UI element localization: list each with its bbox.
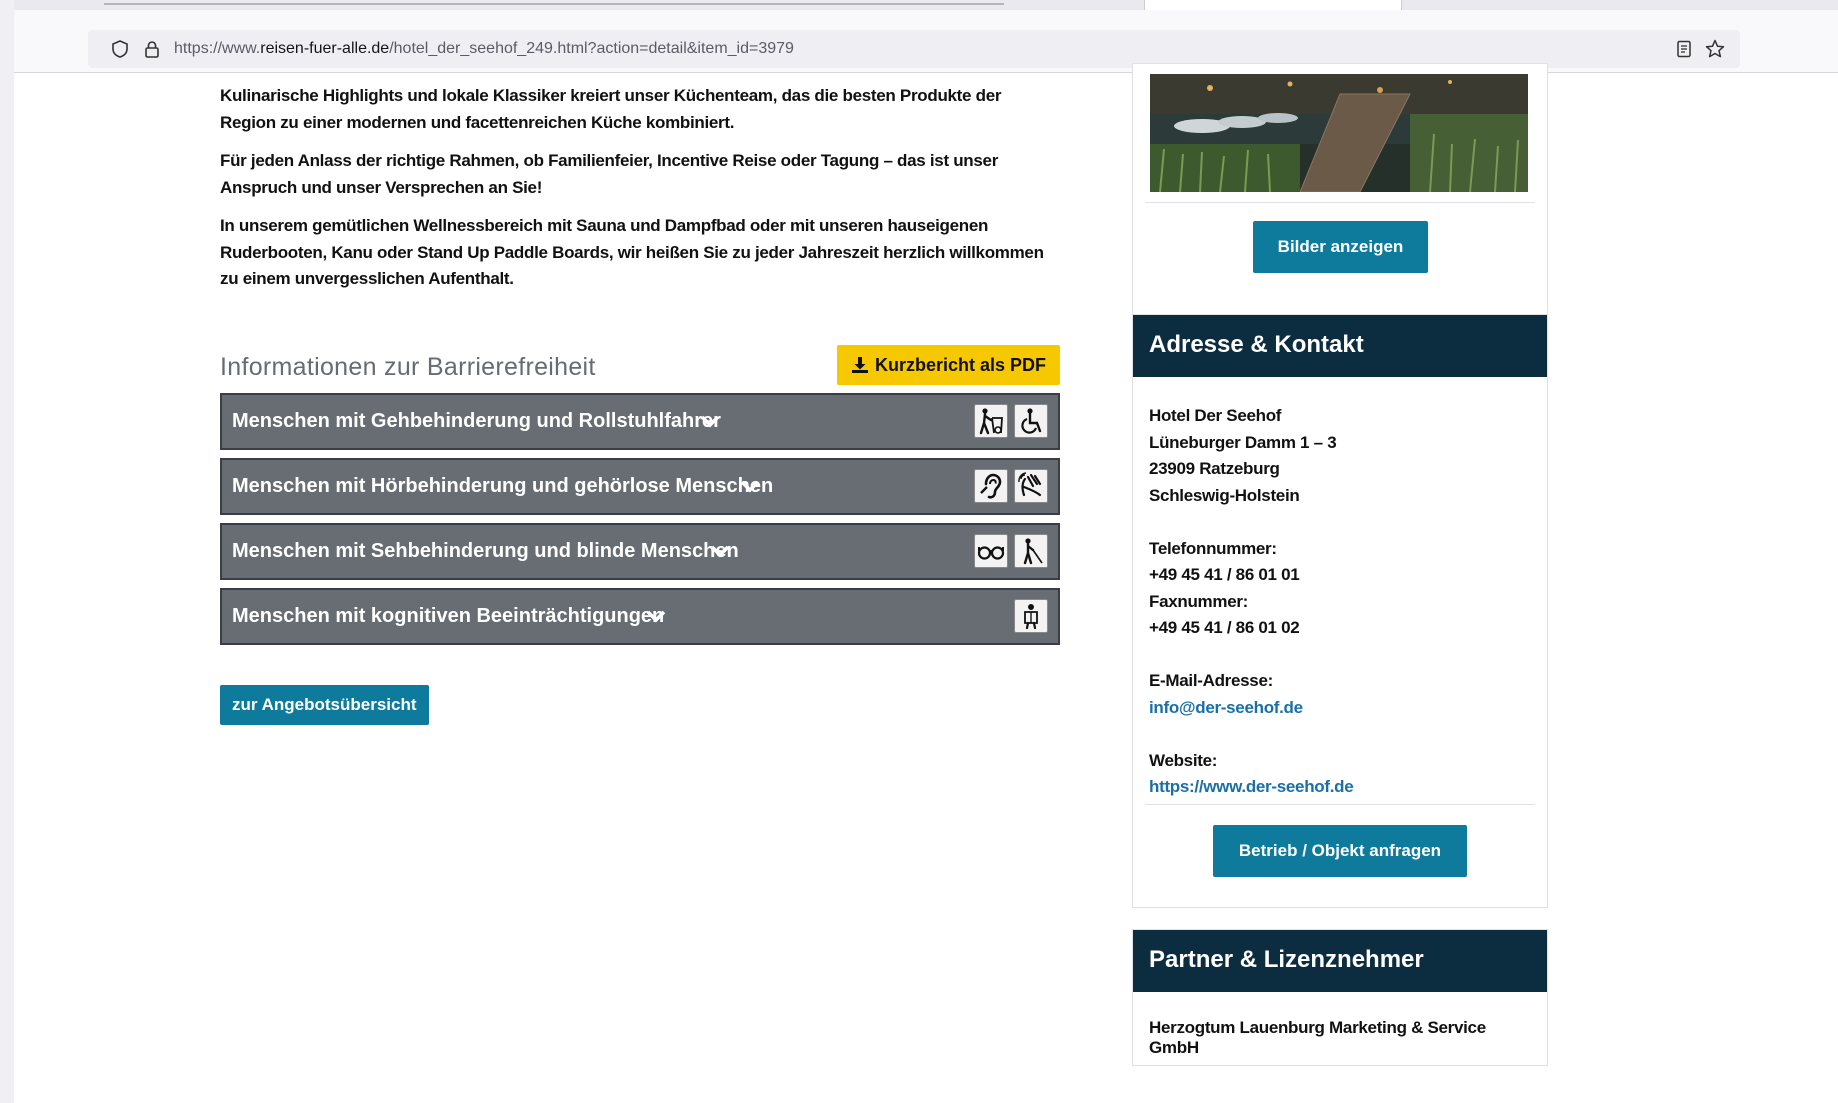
contact-card: Adresse & Kontakt Hotel Der Seehof Lüneb… (1132, 314, 1548, 908)
fax-label: Faxnummer: (1149, 591, 1249, 611)
accessibility-title: Informationen zur Barrierefreiheit (220, 353, 596, 381)
contact-title: Adresse & Kontakt (1133, 315, 1547, 377)
pdf-report-button[interactable]: Kurzbericht als PDF (836, 345, 1060, 385)
accordion-item-vision[interactable]: Menschen mit Sehbehinderung und blinde M… (220, 523, 1060, 580)
lock-icon[interactable] (142, 39, 162, 59)
accessibility-accordion: Menschen mit Gehbehinderung und Rollstuh… (220, 393, 1060, 653)
contact-details: Hotel Der Seehof Lüneburger Damm 1 – 3 2… (1133, 377, 1547, 801)
partner-title: Partner & Lizenznehmer (1133, 930, 1547, 992)
paragraph: In unserem gemütlichen Wellnessbereich m… (220, 216, 1044, 288)
accordion-label: Menschen mit Hörbehinderung und gehörlos… (232, 475, 774, 497)
accordion-item-hearing[interactable]: Menschen mit Hörbehinderung und gehörlos… (220, 458, 1060, 515)
url-text[interactable]: https://www.reisen-fuer-alle.de/hotel_de… (174, 40, 794, 58)
accessibility-header: Informationen zur Barrierefreiheit Kurzb… (220, 345, 1060, 389)
sign-language-icon (1014, 469, 1048, 503)
accordion-label: Menschen mit Gehbehinderung und Rollstuh… (232, 410, 721, 432)
phone-number: +49 45 41 / 86 01 01 (1149, 565, 1300, 584)
reader-view-icon[interactable] (1674, 39, 1694, 59)
walking-aid-icon (974, 404, 1008, 438)
chevron-down-icon (700, 415, 720, 428)
request-button[interactable]: Betrieb / Objekt anfragen (1213, 825, 1467, 877)
web-page: Kulinarische Highlights und lokale Klass… (14, 63, 1838, 1103)
overview-button[interactable]: zur Angebotsübersicht (220, 685, 429, 725)
partner-card: Partner & Lizenznehmer Herzogtum Lauenbu… (1132, 929, 1548, 1066)
state: Schleswig-Holstein (1149, 485, 1300, 505)
hotel-name: Hotel Der Seehof (1149, 406, 1282, 425)
blind-cane-icon (1014, 534, 1048, 568)
wheelchair-icon (1014, 404, 1048, 438)
pdf-report-label: Kurzbericht als PDF (874, 354, 1046, 375)
glasses-icon (974, 534, 1008, 568)
partner-name: Herzogtum Lauenburg Marketing & Service … (1149, 1018, 1486, 1057)
city: 23909 Ratzeburg (1149, 459, 1280, 478)
browser-toolbar: https://www.reisen-fuer-alle.de/hotel_de… (14, 10, 1838, 73)
accordion-label: Menschen mit Sehbehinderung und blinde M… (232, 540, 739, 562)
email-label: E-Mail-Adresse: (1149, 671, 1273, 690)
phone-label: Telefonnummer: (1149, 538, 1277, 558)
shield-icon[interactable] (110, 39, 130, 59)
accordion-item-mobility[interactable]: Menschen mit Gehbehinderung und Rollstuh… (220, 393, 1060, 450)
email-link[interactable]: info@der-seehof.de (1149, 698, 1303, 717)
divider (1145, 202, 1535, 203)
accordion-item-cognitive[interactable]: Menschen mit kognitiven Beeinträchtigung… (220, 588, 1060, 645)
image-card: Bilder anzeigen (1132, 63, 1548, 318)
download-icon (851, 357, 868, 373)
hotel-photo[interactable] (1150, 74, 1528, 192)
website-label: Website: (1149, 750, 1218, 770)
accordion-label: Menschen mit kognitiven Beeinträchtigung… (232, 605, 665, 627)
browser-tab-strip (14, 0, 1838, 13)
chevron-down-icon (710, 545, 730, 558)
website-link[interactable]: https://www.der-seehof.de (1149, 777, 1354, 796)
description-text: Kulinarische Highlights und lokale Klass… (220, 83, 1060, 305)
paragraph: Für jeden Anlass der richtige Rahmen, ob… (220, 151, 999, 197)
show-images-button[interactable]: Bilder anzeigen (1253, 221, 1428, 273)
divider (1145, 804, 1535, 805)
street: Lüneburger Damm 1 – 3 (1149, 432, 1337, 452)
paragraph: Kulinarische Highlights und lokale Klass… (220, 86, 1002, 132)
tab-strip-fragment (104, 3, 1004, 5)
fax-number: +49 45 41 / 86 01 02 (1149, 618, 1300, 637)
chevron-down-icon (740, 480, 760, 493)
ear-icon (974, 469, 1008, 503)
bookmark-star-icon[interactable] (1704, 38, 1726, 60)
chevron-down-icon (646, 610, 666, 623)
reading-person-icon (1014, 599, 1048, 633)
